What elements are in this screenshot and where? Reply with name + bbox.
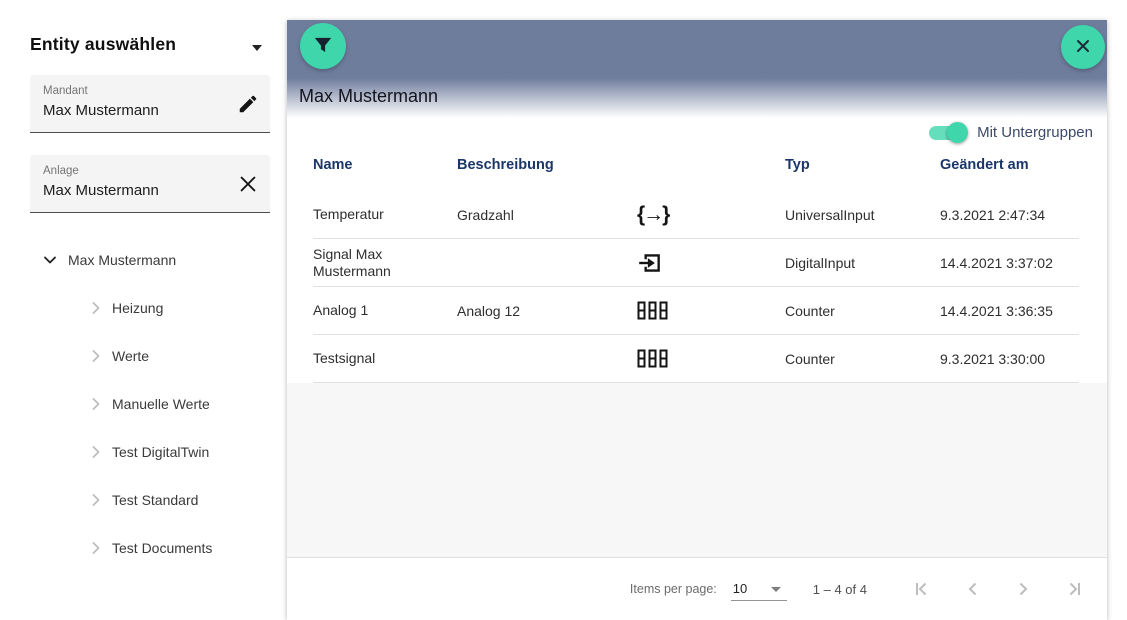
universal-input-icon: {→} [637, 202, 670, 226]
close-icon [1073, 36, 1093, 59]
signals-panel: Max Mustermann Mit Untergruppen Name Bes… [287, 20, 1107, 620]
counter-icon [637, 301, 785, 320]
sidebar-title: Entity auswählen [30, 34, 177, 54]
tree-item-label: Test DigitalTwin [112, 444, 210, 460]
clear-icon[interactable] [237, 173, 259, 195]
previous-page-icon [968, 582, 977, 596]
select-caret-icon [770, 587, 781, 592]
cell-name: Analog 1 [313, 302, 369, 318]
chevron-right-icon[interactable] [86, 538, 106, 558]
chevron-right-icon[interactable] [86, 346, 106, 366]
mandant-field[interactable]: Mandant Max Mustermann [30, 75, 270, 133]
panel-header-bar [287, 20, 1107, 78]
page-range-label: 1 – 4 of 4 [812, 581, 867, 597]
items-per-page-label: Items per page: [629, 582, 717, 596]
table-row[interactable]: Signal Max Mustermann DigitalInput 14.4.… [313, 239, 1079, 287]
tree-item-test-documents[interactable]: Test Documents [0, 524, 286, 572]
page-size-value: 10 [732, 581, 748, 596]
column-header-geaendert-am: Geändert am [940, 157, 1029, 173]
cell-geaendert-am: 14.4.2021 3:37:02 [940, 254, 1053, 271]
anlage-field[interactable]: Anlage Max Mustermann [30, 155, 270, 213]
chevron-right-icon[interactable] [86, 298, 106, 318]
close-button[interactable] [1061, 25, 1105, 69]
tree-item-test-standard[interactable]: Test Standard [0, 476, 286, 524]
table-body: Temperatur Gradzahl {→} UniversalInput 9… [313, 191, 1079, 383]
last-page-icon [1069, 582, 1080, 596]
cell-geaendert-am: 9.3.2021 3:30:00 [940, 350, 1046, 367]
tree-item-label: Test Documents [112, 540, 213, 556]
tree-item-label: Test Standard [112, 492, 199, 508]
chevron-right-icon[interactable] [86, 394, 106, 414]
cell-geaendert-am: 14.4.2021 3:36:35 [940, 302, 1053, 319]
filter-icon [312, 34, 334, 59]
tree-item-label: Werte [112, 348, 150, 364]
entity-select-dropdown[interactable]: Entity auswählen [30, 34, 270, 62]
edit-icon[interactable] [237, 93, 259, 115]
cell-name: Signal Max Mustermann [313, 245, 391, 279]
cell-beschreibung: Analog 12 [457, 302, 521, 319]
digital-input-icon [637, 250, 785, 276]
tree-item-heizung[interactable]: Heizung [0, 284, 286, 332]
last-page-button[interactable] [1061, 577, 1085, 601]
tree-item-label: Manuelle Werte [112, 396, 210, 412]
tree-item-werte[interactable]: Werte [0, 332, 286, 380]
dropdown-caret-icon [252, 45, 262, 51]
previous-page-button[interactable] [961, 577, 985, 601]
cell-beschreibung: Gradzahl [457, 206, 514, 223]
cell-typ: DigitalInput [785, 254, 856, 271]
paginator-nav [911, 577, 1085, 601]
first-page-button[interactable] [911, 577, 935, 601]
chevron-down-icon[interactable] [40, 250, 60, 270]
anlage-field-value: Max Mustermann [43, 182, 159, 199]
page-size-select[interactable]: 10 [730, 577, 787, 601]
first-page-icon [916, 582, 927, 596]
tree-item-label: Heizung [112, 300, 164, 316]
tree-item-test-digitaltwin[interactable]: Test DigitalTwin [0, 428, 286, 476]
column-header-beschreibung: Beschreibung [457, 157, 554, 173]
filter-button[interactable] [300, 23, 346, 69]
entity-sidebar: Entity auswählen Mandant Max Mustermann … [0, 0, 286, 620]
cell-name: Testsignal [313, 350, 376, 366]
cell-name: Temperatur [313, 206, 384, 222]
table-row[interactable]: Testsignal Counter 9.3.2021 3:30:00 [313, 335, 1079, 383]
next-page-button[interactable] [1011, 577, 1035, 601]
tree-item-manuelle-werte[interactable]: Manuelle Werte [0, 380, 286, 428]
table-row[interactable]: Analog 1 Analog 12 Counter 14.4.2021 3:3… [313, 287, 1079, 335]
paginator: Items per page: 10 1 – 4 of 4 [287, 557, 1107, 620]
chevron-right-icon[interactable] [86, 442, 106, 462]
cell-typ: UniversalInput [785, 206, 875, 223]
next-page-icon [1019, 582, 1028, 596]
column-header-name: Name [313, 157, 353, 173]
table-empty-area [287, 383, 1107, 557]
mandant-field-label: Mandant [43, 85, 88, 97]
panel-title: Max Mustermann [299, 86, 439, 106]
tree-item-label: Max Mustermann [68, 252, 177, 268]
chevron-right-icon[interactable] [86, 490, 106, 510]
cell-typ: Counter [785, 302, 835, 319]
table-row[interactable]: Temperatur Gradzahl {→} UniversalInput 9… [313, 191, 1079, 239]
subgroups-toggle[interactable] [929, 122, 969, 143]
counter-icon [637, 349, 785, 368]
mandant-field-value: Max Mustermann [43, 102, 159, 119]
table-header-row: Name Beschreibung Typ Geändert am [313, 139, 1079, 191]
cell-geaendert-am: 9.3.2021 2:47:34 [940, 206, 1046, 223]
tree-item-root[interactable]: Max Mustermann [0, 236, 286, 284]
entity-tree: Max Mustermann Heizung Werte Manuelle We… [0, 236, 286, 572]
anlage-field-label: Anlage [43, 165, 79, 177]
column-header-typ: Typ [785, 157, 810, 173]
cell-typ: Counter [785, 350, 835, 367]
